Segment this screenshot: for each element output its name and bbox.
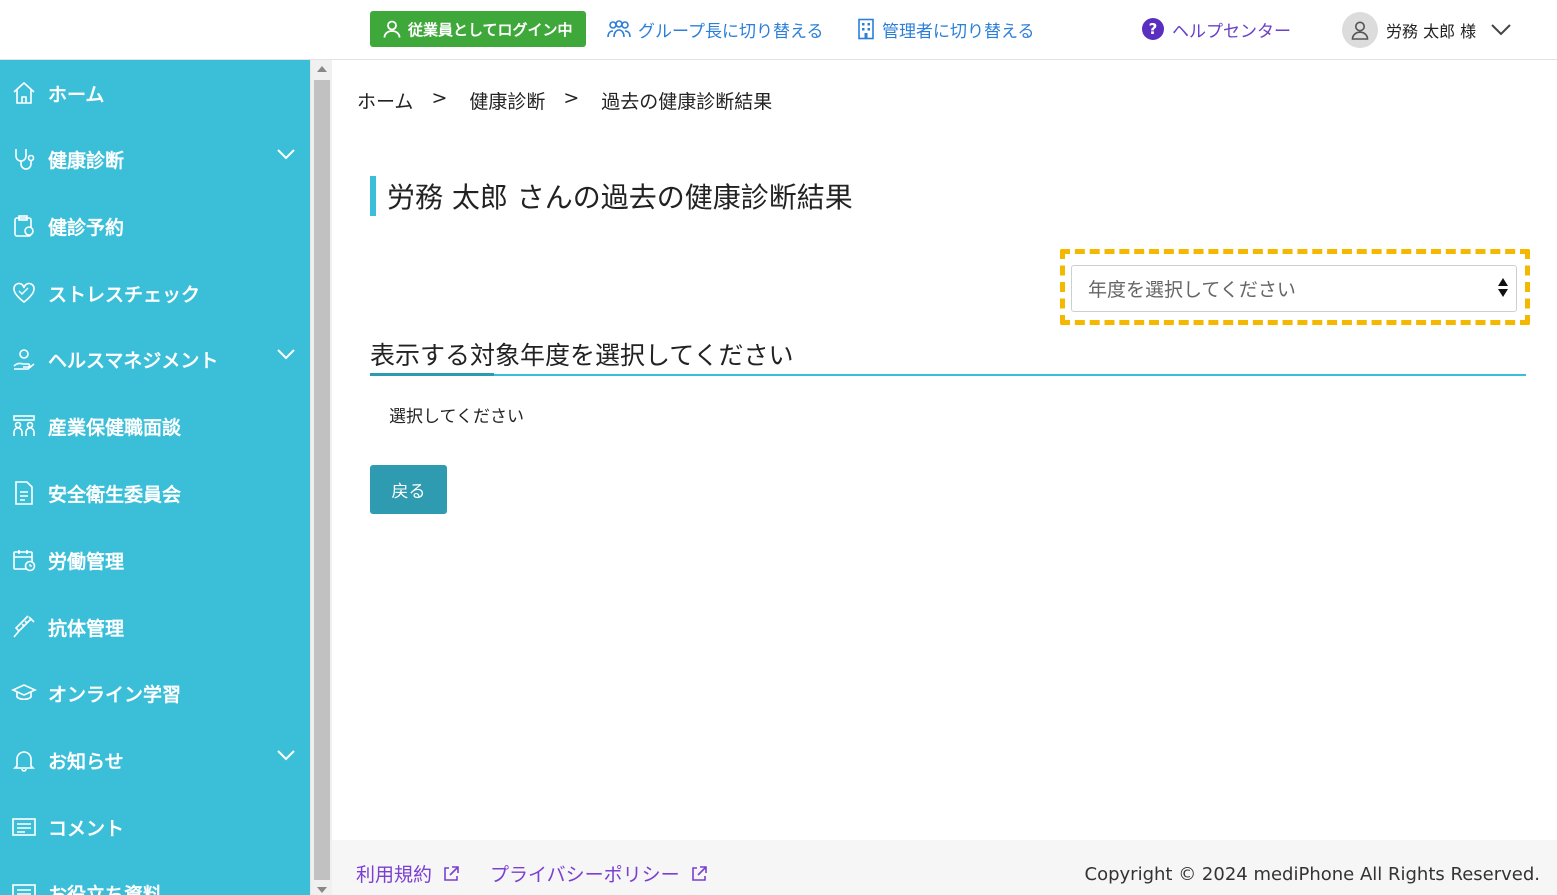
sidebar-item-label: ヘルスマネジメント bbox=[48, 349, 219, 372]
back-button[interactable]: 戻る bbox=[370, 465, 447, 514]
sidebar-item-label: 健診予約 bbox=[48, 216, 125, 239]
terms-label: 利用規約 bbox=[356, 864, 433, 886]
calendar-clipboard-icon bbox=[11, 213, 37, 239]
building-icon bbox=[858, 18, 874, 40]
sidebar-item-label: オンライン学習 bbox=[48, 683, 182, 706]
switch-group-leader-link[interactable]: グループ長に切り替える bbox=[606, 17, 824, 42]
bell-icon bbox=[11, 747, 37, 773]
external-link-icon bbox=[444, 865, 459, 881]
login-status-label: 従業員としてログイン中 bbox=[408, 20, 573, 39]
switch-admin-label: 管理者に切り替える bbox=[882, 21, 1035, 42]
group-icon bbox=[607, 20, 631, 38]
section-divider-accent bbox=[370, 373, 494, 376]
breadcrumb-health-checkup[interactable]: 健康診断 bbox=[469, 87, 545, 114]
scroll-down-arrow[interactable] bbox=[317, 887, 327, 893]
user-icon bbox=[1351, 21, 1369, 40]
copyright-text: Copyright © 2024 mediPhone All Rights Re… bbox=[1084, 864, 1540, 885]
sidebar-scrollbar[interactable] bbox=[310, 60, 332, 895]
person-icon bbox=[383, 20, 401, 38]
sidebar-item-useful-materials[interactable]: お役立ち資料 bbox=[0, 860, 310, 895]
sidebar-item-health-management[interactable]: ヘルスマネジメント bbox=[0, 326, 310, 392]
chevron-down-icon bbox=[1491, 24, 1511, 36]
home-icon bbox=[11, 80, 37, 106]
graduation-cap-icon bbox=[11, 680, 37, 706]
sidebar-item-label: ストレスチェック bbox=[48, 283, 201, 306]
switch-group-leader-label: グループ長に切り替える bbox=[638, 21, 824, 42]
calendar-clock-icon bbox=[11, 547, 37, 573]
book-icon bbox=[11, 880, 37, 895]
top-header: 従業員としてログイン中 グループ長に切り替える 管理者に切り替える ? ヘルプセ… bbox=[0, 0, 1557, 60]
title-accent-bar bbox=[370, 176, 376, 216]
sidebar-item-occupational-health-interview[interactable]: 産業保健職面談 bbox=[0, 393, 310, 459]
section-heading: 表示する対象年度を選択してください bbox=[370, 341, 794, 370]
user-menu[interactable]: 労務 太郎 様 bbox=[1342, 11, 1512, 49]
chevron-down-icon bbox=[277, 750, 295, 761]
stethoscope-icon bbox=[11, 146, 37, 172]
breadcrumb: ホーム > 健康診断 > 過去の健康診断結果 bbox=[357, 87, 772, 114]
year-select-placeholder: 年度を選択してください bbox=[1088, 279, 1296, 301]
sidebar-item-checkup-reservation[interactable]: 健診予約 bbox=[0, 193, 310, 259]
help-center-link[interactable]: ? ヘルプセンター bbox=[1142, 17, 1291, 42]
comment-icon bbox=[11, 814, 37, 840]
sidebar-item-label: コメント bbox=[48, 817, 125, 840]
sidebar-item-label: 抗体管理 bbox=[48, 617, 125, 640]
sidebar-nav: ホーム 健康診断 健診予約 ストレスチェック ヘルスマネジメント 産業保健職面談 bbox=[0, 60, 310, 895]
syringe-icon bbox=[11, 614, 37, 640]
meeting-icon bbox=[11, 413, 37, 439]
sidebar-item-stress-check[interactable]: ストレスチェック bbox=[0, 260, 310, 326]
page-title: 労務 太郎 さんの過去の健康診断結果 bbox=[387, 181, 853, 214]
breadcrumb-separator: > bbox=[431, 87, 448, 109]
external-link-icon bbox=[691, 865, 707, 881]
help-center-label: ヘルプセンター bbox=[1172, 21, 1291, 42]
sidebar-item-comments[interactable]: コメント bbox=[0, 794, 310, 860]
chevron-down-icon bbox=[277, 349, 295, 360]
sidebar-item-health-checkup[interactable]: 健康診断 bbox=[0, 126, 310, 192]
sidebar-item-label: お役立ち資料 bbox=[48, 883, 163, 895]
switch-admin-link[interactable]: 管理者に切り替える bbox=[856, 17, 1035, 42]
help-icon: ? bbox=[1142, 18, 1164, 40]
terms-link[interactable]: 利用規約 bbox=[356, 860, 460, 887]
privacy-policy-link[interactable]: プライバシーポリシー bbox=[490, 860, 708, 887]
sidebar-item-label: 安全衛生委員会 bbox=[48, 483, 182, 506]
sidebar-item-online-learning[interactable]: オンライン学習 bbox=[0, 660, 310, 726]
avatar bbox=[1342, 12, 1378, 48]
breadcrumb-current: 過去の健康診断結果 bbox=[601, 91, 773, 113]
sidebar-item-label: お知らせ bbox=[48, 750, 124, 773]
sidebar-item-label: ホーム bbox=[48, 83, 105, 106]
sidebar-item-home[interactable]: ホーム bbox=[0, 60, 310, 126]
scroll-thumb[interactable] bbox=[314, 80, 330, 880]
employee-login-badge: 従業員としてログイン中 bbox=[370, 11, 586, 47]
year-select[interactable]: 年度を選択してください bbox=[1071, 265, 1517, 312]
document-icon bbox=[11, 480, 37, 506]
page-title-block: 労務 太郎 さんの過去の健康診断結果 bbox=[370, 176, 853, 216]
select-prompt-text: 選択してください bbox=[389, 407, 524, 427]
sidebar-item-label: 産業保健職面談 bbox=[48, 416, 182, 439]
sidebar-item-safety-committee[interactable]: 安全衛生委員会 bbox=[0, 460, 310, 526]
sidebar-item-notices[interactable]: お知らせ bbox=[0, 727, 310, 793]
section-divider bbox=[370, 374, 1526, 376]
sidebar-item-label: 健康診断 bbox=[48, 149, 125, 172]
health-hand-icon bbox=[11, 346, 37, 372]
user-name: 労務 太郎 様 bbox=[1386, 22, 1477, 41]
select-arrows-icon bbox=[1498, 278, 1508, 297]
heart-icon bbox=[11, 280, 37, 306]
sidebar-item-antibody-management[interactable]: 抗体管理 bbox=[0, 594, 310, 660]
sidebar-item-label: 労働管理 bbox=[48, 550, 125, 573]
chevron-down-icon bbox=[277, 149, 295, 160]
scroll-up-arrow[interactable] bbox=[317, 66, 327, 72]
breadcrumb-home[interactable]: ホーム bbox=[357, 87, 413, 114]
privacy-policy-label: プライバシーポリシー bbox=[490, 864, 680, 886]
breadcrumb-separator: > bbox=[563, 87, 580, 109]
footer: 利用規約 プライバシーポリシー Copyright © 2024 mediPho… bbox=[332, 840, 1557, 895]
sidebar-item-labor-management[interactable]: 労働管理 bbox=[0, 527, 310, 593]
